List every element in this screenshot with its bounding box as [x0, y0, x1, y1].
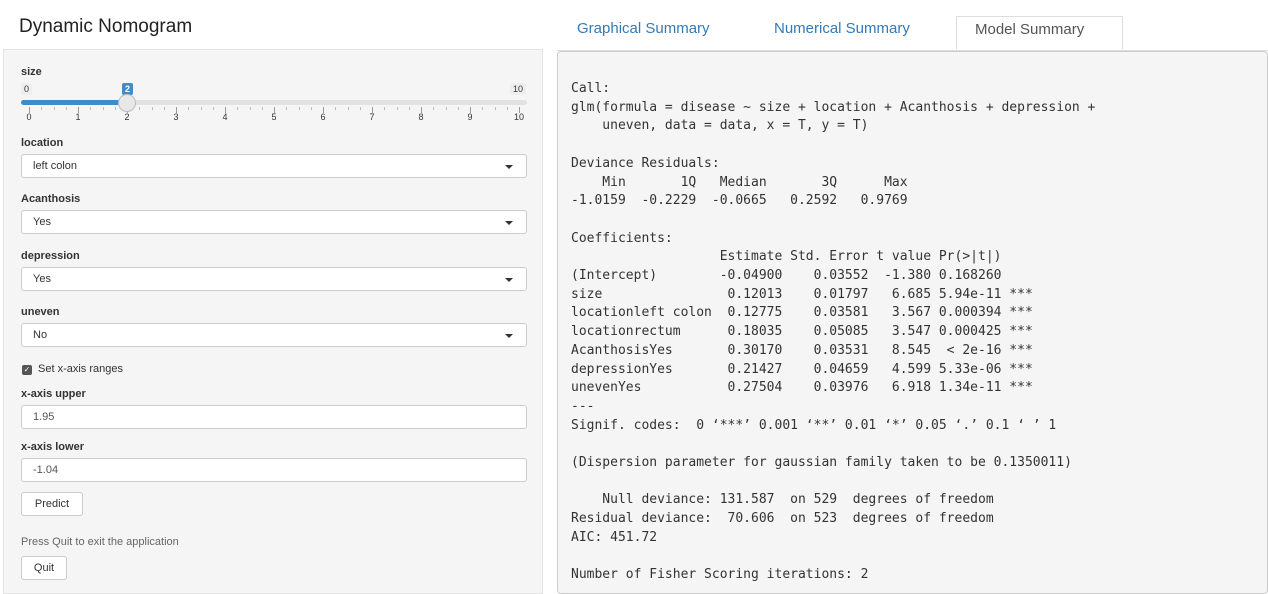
- slider-tick-label: 4: [222, 112, 228, 122]
- slider-minor-tick: [384, 107, 386, 110]
- slider-minor-tick: [298, 107, 300, 110]
- acanthosis-select[interactable]: Yes: [21, 210, 527, 234]
- uneven-value: No: [33, 329, 48, 341]
- slider-minor-tick: [237, 107, 239, 110]
- slider-tick-label: 10: [513, 112, 524, 122]
- location-select[interactable]: left colon: [21, 154, 527, 178]
- slider-minor-tick: [65, 107, 67, 110]
- slider-tick-label: 6: [320, 112, 326, 122]
- x-upper-label: x-axis upper: [21, 388, 86, 400]
- x-lower-label: x-axis lower: [21, 441, 84, 453]
- predict-button[interactable]: Predict: [21, 492, 83, 516]
- depression-select[interactable]: Yes: [21, 267, 527, 291]
- slider-minor-tick: [261, 107, 263, 110]
- slider-minor-tick: [310, 107, 312, 110]
- set-ranges-label: Set x-axis ranges: [38, 363, 123, 375]
- slider-minor-tick: [408, 107, 410, 110]
- x-lower-value: -1.04: [33, 464, 59, 476]
- slider-handle[interactable]: [118, 94, 136, 112]
- slider-max-label: 10: [510, 83, 527, 95]
- slider-tick-label: 8: [418, 112, 424, 122]
- slider-minor-tick: [457, 107, 459, 110]
- chevron-down-icon: [505, 334, 513, 338]
- x-upper-value: 1.95: [33, 411, 55, 423]
- sidebar-panel: size 0 2 10 0 1 2 3 4 5 6 7 8 9 10 location left c…: [3, 49, 543, 594]
- x-lower-input[interactable]: -1.04: [21, 458, 527, 482]
- slider-minor-tick: [90, 107, 92, 110]
- uneven-select[interactable]: No: [21, 323, 527, 347]
- slider-tick-label: 7: [369, 112, 375, 122]
- quit-button[interactable]: Quit: [21, 556, 67, 580]
- slider-minor-tick: [200, 107, 202, 110]
- acanthosis-value: Yes: [33, 216, 51, 228]
- uneven-label: uneven: [21, 306, 60, 318]
- slider-tick-label: 1: [75, 112, 81, 122]
- slider-minor-tick: [445, 107, 447, 110]
- slider-tick-label: 5: [271, 112, 277, 122]
- slider-minor-tick: [482, 107, 484, 110]
- slider-minor-tick: [163, 107, 165, 110]
- tab-bar: Graphical Summary Numerical Summary Mode…: [557, 16, 1268, 51]
- slider-fill: [21, 100, 127, 105]
- slider-minor-tick: [114, 107, 116, 110]
- slider-tick-label: 9: [467, 112, 473, 122]
- slider-minor-tick: [249, 107, 251, 110]
- slider-tick-label: 0: [26, 112, 32, 122]
- depression-label: depression: [21, 250, 80, 262]
- slider-minor-tick: [212, 107, 214, 110]
- slider-minor-tick: [396, 107, 398, 110]
- slider-minor-tick: [188, 107, 190, 110]
- app-title: Dynamic Nomogram: [19, 16, 193, 37]
- model-summary-text: Call: glm(formula = disease ~ size + loc…: [571, 81, 1096, 583]
- acanthosis-label: Acanthosis: [21, 193, 81, 205]
- location-value: left colon: [33, 160, 78, 172]
- slider-min-label: 0: [21, 83, 33, 95]
- size-label: size: [21, 66, 42, 78]
- slider-tick-label: 3: [173, 112, 179, 122]
- slider-minor-tick: [506, 107, 508, 110]
- slider-minor-tick: [335, 107, 337, 110]
- slider-minor-tick: [286, 107, 288, 110]
- slider-minor-tick: [433, 107, 435, 110]
- slider-minor-tick: [139, 107, 141, 110]
- model-summary-output: Call: glm(formula = disease ~ size + loc…: [557, 51, 1268, 594]
- slider-minor-tick: [41, 107, 43, 110]
- slider-minor-tick: [53, 107, 55, 110]
- chevron-down-icon: [505, 278, 513, 282]
- slider-tick-label: 2: [124, 112, 130, 122]
- tab-numerical-summary[interactable]: Numerical Summary: [774, 16, 944, 50]
- slider-minor-tick: [494, 107, 496, 110]
- slider-minor-tick: [151, 107, 153, 110]
- slider-minor-tick: [359, 107, 361, 110]
- location-label: location: [21, 137, 64, 149]
- help-text: Press Quit to exit the application: [21, 536, 179, 548]
- slider-minor-tick: [102, 107, 104, 110]
- slider-minor-tick: [347, 107, 349, 110]
- set-ranges-checkbox[interactable]: ✓: [22, 365, 32, 375]
- depression-value: Yes: [33, 273, 51, 285]
- chevron-down-icon: [505, 221, 513, 225]
- tab-graphical-summary[interactable]: Graphical Summary: [577, 16, 747, 50]
- x-upper-input[interactable]: 1.95: [21, 405, 527, 429]
- chevron-down-icon: [505, 165, 513, 169]
- tab-model-summary[interactable]: Model Summary: [956, 16, 1123, 50]
